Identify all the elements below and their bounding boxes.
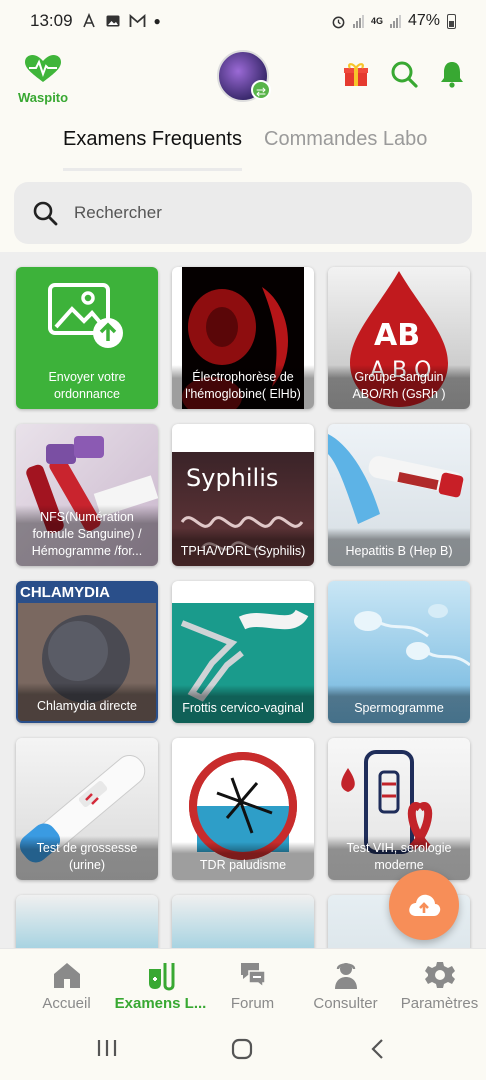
network-type: 4G xyxy=(370,15,383,26)
card-label: Électrophorèse de l'hémoglobine( ElHb) xyxy=(172,365,314,409)
svg-text:AB: AB xyxy=(374,318,420,353)
bell-icon[interactable] xyxy=(438,60,466,88)
logo-text: Waspito xyxy=(18,90,69,105)
app-header: Waspito ⇄ xyxy=(0,48,486,108)
app-logo[interactable]: Waspito xyxy=(18,54,68,105)
home-button[interactable] xyxy=(231,1038,253,1065)
syphilis-image-text: Syphilis xyxy=(186,464,278,492)
nav-label: Examens L... xyxy=(114,995,207,1012)
search-icon xyxy=(33,201,58,226)
exam-card-partial-1[interactable] xyxy=(16,895,158,948)
exam-card-chlamydia[interactable]: CHLAMYDIA Chlamydia directe xyxy=(16,581,158,723)
pdf-notification-icon xyxy=(82,13,95,28)
exam-grid: Envoyer votre ordonnance Électrophorèse … xyxy=(0,252,486,948)
nav-accueil[interactable]: Accueil xyxy=(18,959,115,1012)
chlamydia-image-text: CHLAMYDIA xyxy=(18,583,156,603)
tab-commandes-labo[interactable]: Commandes Labo xyxy=(264,128,427,151)
exam-card-groupe-sanguin[interactable]: ABA B O Groupe sanguin ABO/Rh (GsRh ) xyxy=(328,267,470,409)
card-label: Spermogramme xyxy=(328,685,470,723)
exam-card-tdr-paludisme[interactable]: TDR paludisme xyxy=(172,738,314,880)
cloud-upload-icon xyxy=(409,894,441,916)
battery-percent: 47% xyxy=(407,12,440,29)
card-label: Test VIH, serologie moderne xyxy=(328,836,470,880)
exam-card-nfs[interactable]: NFS(Numération formule Sanguine) / Hémog… xyxy=(16,424,158,566)
search-icon[interactable] xyxy=(390,60,418,88)
upload-image-icon xyxy=(48,283,123,348)
status-time: 13:09 xyxy=(30,11,73,30)
nav-label: Forum xyxy=(230,995,275,1012)
exam-card-partial-2[interactable] xyxy=(172,895,314,948)
nav-label: Paramètres xyxy=(400,995,479,1012)
home-icon xyxy=(53,963,80,988)
more-notifications-dot: ● xyxy=(153,14,161,28)
doctor-icon xyxy=(334,963,357,989)
upload-fab-button[interactable] xyxy=(389,870,459,940)
gift-icon[interactable] xyxy=(342,60,370,88)
nav-consulter[interactable]: Consulter xyxy=(297,959,394,1012)
card-label: Hepatitis B (Hep B) xyxy=(328,528,470,566)
card-label: Frottis cervico-vaginal xyxy=(172,685,314,723)
signal-icon xyxy=(352,14,364,28)
exam-card-test-grossesse[interactable]: Test de grossesse (urine) xyxy=(16,738,158,880)
profile-avatar[interactable]: ⇄ xyxy=(217,50,271,102)
exam-card-spermogramme[interactable]: Spermogramme xyxy=(328,581,470,723)
exam-card-upload-prescription[interactable]: Envoyer votre ordonnance xyxy=(16,267,158,409)
image-notification-icon xyxy=(106,15,120,27)
lab-tubes-icon xyxy=(148,963,174,991)
nav-label: Accueil xyxy=(42,995,91,1012)
tab-bar: Examens Frequents Commandes Labo xyxy=(0,128,486,171)
system-navigation-bar xyxy=(0,1020,486,1080)
search-input[interactable] xyxy=(74,203,434,223)
exam-card-electrophorese[interactable]: Électrophorèse de l'hémoglobine( ElHb) xyxy=(172,267,314,409)
mail-notification-icon xyxy=(129,14,145,27)
nav-forum[interactable]: Forum xyxy=(204,959,301,1012)
card-label: TPHA/VDRL (Syphilis) xyxy=(172,528,314,566)
exam-card-frottis[interactable]: Frottis cervico-vaginal xyxy=(172,581,314,723)
signal-icon-2 xyxy=(389,14,401,28)
card-label: NFS(Numération formule Sanguine) / Hémog… xyxy=(16,505,158,566)
gear-icon xyxy=(424,962,455,988)
exam-card-syphilis[interactable]: Syphilis TPHA/VDRL (Syphilis) xyxy=(172,424,314,566)
bottom-navigation: Accueil Examens L... Forum Consulter Par… xyxy=(0,948,486,1020)
switch-profile-icon[interactable]: ⇄ xyxy=(251,80,271,100)
nav-examens-labo[interactable]: Examens L... xyxy=(112,959,209,1012)
chat-icon xyxy=(240,963,266,989)
exam-card-hepatitis-b[interactable]: Hepatitis B (Hep B) xyxy=(328,424,470,566)
card-label: TDR paludisme xyxy=(172,842,314,880)
exam-card-test-vih[interactable]: Test VIH, serologie moderne xyxy=(328,738,470,880)
card-label: Groupe sanguin ABO/Rh (GsRh ) xyxy=(328,365,470,409)
battery-icon xyxy=(447,13,456,29)
alarm-icon xyxy=(332,16,345,28)
heart-pulse-logo-icon xyxy=(25,55,61,82)
tab-examens-frequents[interactable]: Examens Frequents xyxy=(63,128,242,171)
card-label: Test de grossesse (urine) xyxy=(16,836,158,880)
card-label: Envoyer votre ordonnance xyxy=(48,370,126,401)
status-bar: 13:09 ● 4G 47% xyxy=(0,0,486,42)
search-bar[interactable] xyxy=(14,182,472,244)
nav-parametres[interactable]: Paramètres xyxy=(391,959,486,1012)
nav-label: Consulter xyxy=(313,995,378,1012)
card-label: Chlamydia directe xyxy=(18,683,156,721)
recent-apps-button[interactable] xyxy=(96,1038,118,1063)
back-button[interactable] xyxy=(370,1038,384,1065)
